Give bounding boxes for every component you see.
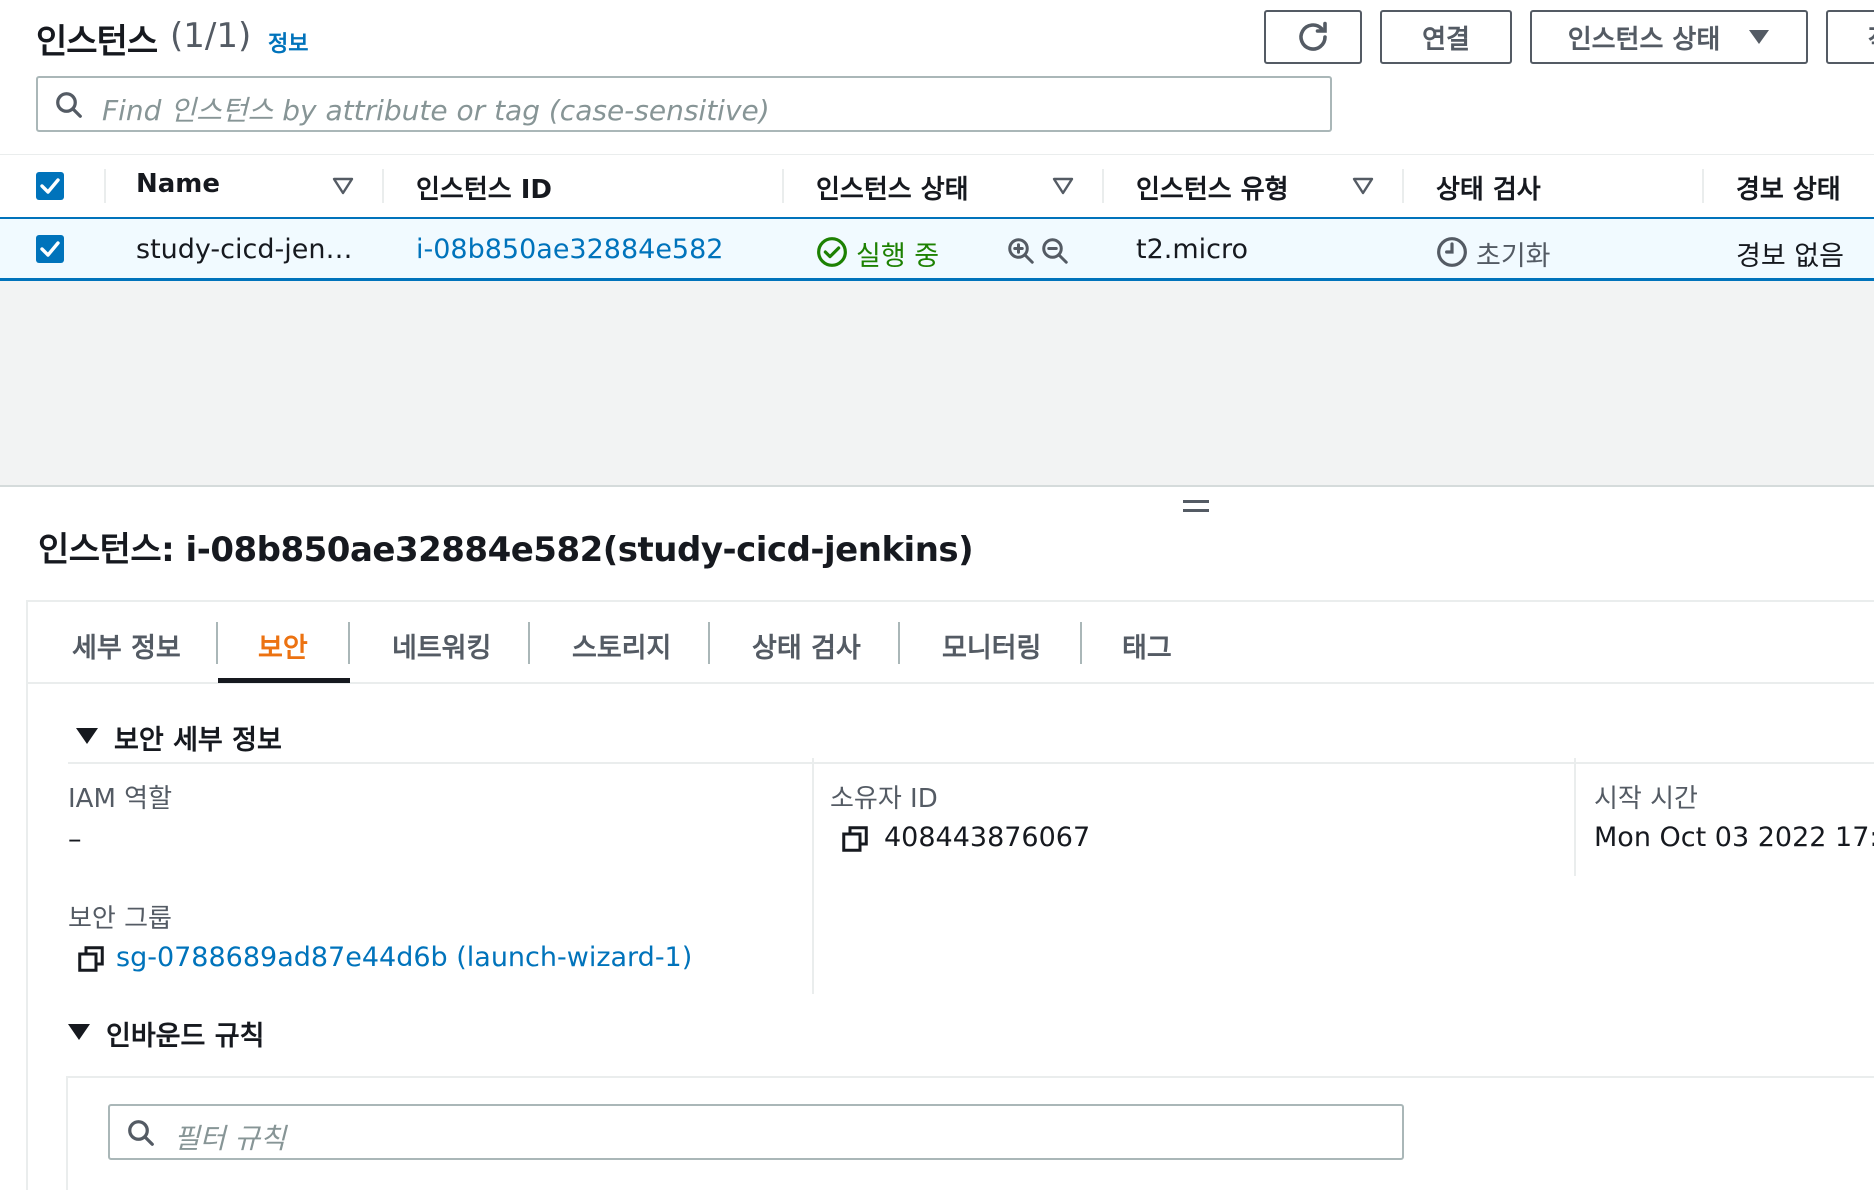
column-header-name[interactable]: Name [136, 169, 220, 199]
copy-icon[interactable] [76, 944, 106, 974]
instance-state-value: 실행 중 [856, 241, 940, 272]
tab-storage[interactable]: 스토리지 [572, 626, 671, 665]
search-icon [56, 92, 82, 118]
zoom-in-icon[interactable] [1006, 236, 1036, 266]
tab-monitoring[interactable]: 모니터링 [942, 626, 1041, 665]
sort-icon[interactable] [1052, 177, 1074, 195]
column-header-instance-type[interactable]: 인스턴스 유형 [1136, 169, 1289, 206]
details-tabs: 세부 정보 보안 네트워킹 스토리지 상태 검사 모니터링 태그 [28, 602, 1874, 684]
instance-name: study-cicd-jen… [136, 234, 353, 265]
table-row[interactable]: study-cicd-jen… i-08b850ae32884e582 실행 중… [0, 217, 1874, 281]
iam-role-label: IAM 역할 [68, 784, 172, 814]
security-details-heading[interactable]: 보안 세부 정보 [114, 718, 282, 757]
tab-security[interactable]: 보안 [258, 626, 308, 665]
instance-type-value: t2.micro [1136, 234, 1249, 265]
owner-id-value: 408443876067 [884, 822, 1091, 853]
tab-status-checks[interactable]: 상태 검사 [752, 626, 861, 665]
column-header-instance-id[interactable]: 인스턴스 ID [416, 169, 552, 206]
refresh-button[interactable] [1264, 10, 1362, 64]
instance-id-link[interactable]: i-08b850ae32884e582 [416, 234, 723, 265]
details-title: 인스턴스: i-08b850ae32884e582(study-cicd-jen… [38, 530, 974, 570]
resize-handle[interactable] [1183, 500, 1209, 518]
tab-networking[interactable]: 네트워킹 [392, 626, 491, 665]
iam-role-value: – [68, 824, 82, 855]
running-check-icon [817, 237, 847, 267]
refresh-icon [1299, 21, 1327, 51]
status-check-value: 초기화 [1476, 241, 1551, 272]
instance-search-input[interactable]: Find 인스턴스 by attribute or tag (case-sens… [36, 76, 1332, 132]
info-link[interactable]: 정보 [268, 26, 308, 58]
launch-time-value: Mon Oct 03 2022 17:0 [1594, 822, 1874, 853]
sort-icon[interactable] [1352, 177, 1374, 195]
check-icon [40, 178, 60, 194]
clock-icon [1437, 237, 1467, 267]
security-group-link[interactable]: sg-0788689ad87e44d6b (launch-wizard-1) [116, 942, 692, 973]
column-header-status-check[interactable]: 상태 검사 [1436, 169, 1541, 206]
instance-state-label: 인스턴스 상태 [1567, 24, 1721, 55]
sort-icon[interactable] [332, 177, 354, 195]
column-header-instance-state[interactable]: 인스턴스 상태 [816, 169, 969, 206]
actions-button[interactable]: 작 [1826, 10, 1874, 64]
copy-icon[interactable] [840, 824, 870, 854]
search-placeholder: Find 인스턴스 by attribute or tag (case-sens… [102, 94, 770, 127]
filter-rules-input[interactable]: 필터 규칙 [108, 1104, 1404, 1160]
collapse-caret-icon[interactable] [76, 728, 98, 744]
zoom-out-icon[interactable] [1040, 236, 1070, 266]
tab-details[interactable]: 세부 정보 [72, 626, 181, 665]
security-group-label: 보안 그룹 [68, 904, 172, 934]
page-title: 인스턴스 [36, 22, 158, 62]
inbound-rules-heading[interactable]: 인바운드 규칙 [106, 1014, 264, 1053]
table-empty-area [0, 281, 1874, 487]
collapse-caret-icon[interactable] [68, 1024, 90, 1040]
instance-state-dropdown[interactable]: 인스턴스 상태 [1530, 10, 1808, 64]
row-checkbox[interactable] [36, 235, 64, 263]
connect-button[interactable]: 연결 [1380, 10, 1512, 64]
column-header-alarm-status[interactable]: 경보 상태 [1736, 169, 1841, 206]
check-icon [40, 241, 60, 257]
instance-count: (1/1) [170, 16, 252, 56]
table-header: Name 인스턴스 ID 인스턴스 상태 인스턴스 유형 상태 검사 경보 상태 [0, 155, 1874, 217]
alarm-status-value: 경보 없음 [1736, 241, 1844, 272]
search-icon [128, 1120, 154, 1146]
launch-time-label: 시작 시간 [1594, 784, 1698, 814]
filter-placeholder: 필터 규칙 [174, 1122, 286, 1155]
tab-tags[interactable]: 태그 [1122, 626, 1172, 665]
active-tab-indicator [218, 678, 350, 683]
caret-down-icon [1749, 30, 1770, 44]
select-all-checkbox[interactable] [36, 172, 64, 200]
owner-id-label: 소유자 ID [830, 784, 938, 814]
